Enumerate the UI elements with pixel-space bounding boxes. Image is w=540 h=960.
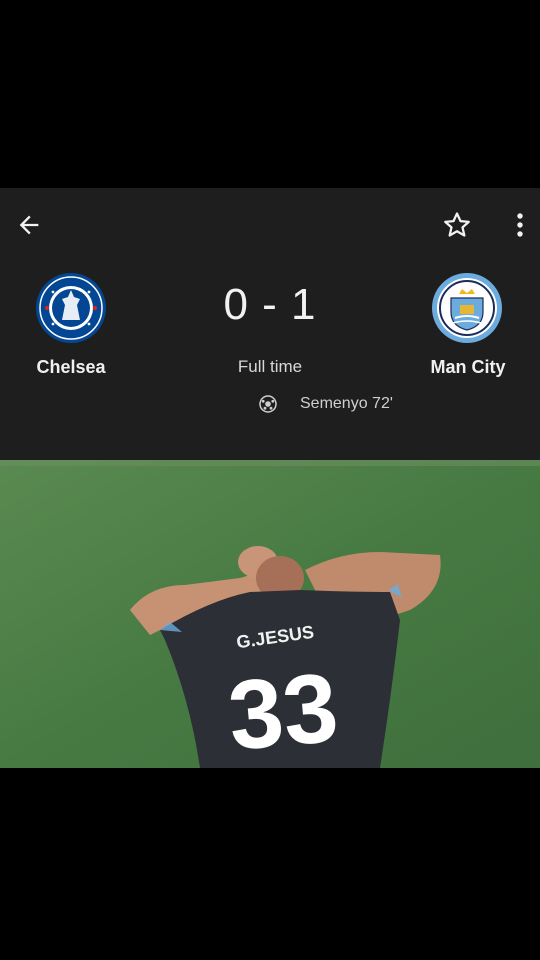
match-header-card: 0 - 1 Chelsea Full time Man City Semenyo… xyxy=(0,188,540,460)
favorite-button[interactable] xyxy=(438,206,476,244)
match-status: Full time xyxy=(237,357,303,376)
video-frame: G.JESUS 33 xyxy=(0,460,540,768)
back-arrow-icon xyxy=(19,215,39,235)
star-icon xyxy=(444,212,470,237)
man-city-crest-icon[interactable] xyxy=(431,272,503,344)
top-letterbox xyxy=(0,0,540,188)
football-icon xyxy=(259,395,277,413)
more-vert-icon xyxy=(517,213,523,237)
away-team-name[interactable]: Man City xyxy=(388,357,540,378)
match-score: 0 - 1 xyxy=(223,280,317,329)
goal-scorer-label: Semenyo 72' xyxy=(300,395,393,412)
back-button[interactable] xyxy=(10,208,48,242)
bottom-letterbox xyxy=(0,768,540,960)
jersey-number: 33 xyxy=(224,652,342,768)
highlight-video[interactable]: G.JESUS 33 xyxy=(0,460,540,768)
more-options-button[interactable] xyxy=(506,206,534,244)
goal-scorer-row: Semenyo 72' xyxy=(258,393,393,415)
home-team-name[interactable]: Chelsea xyxy=(0,357,151,378)
chelsea-crest-icon[interactable] xyxy=(35,272,107,344)
